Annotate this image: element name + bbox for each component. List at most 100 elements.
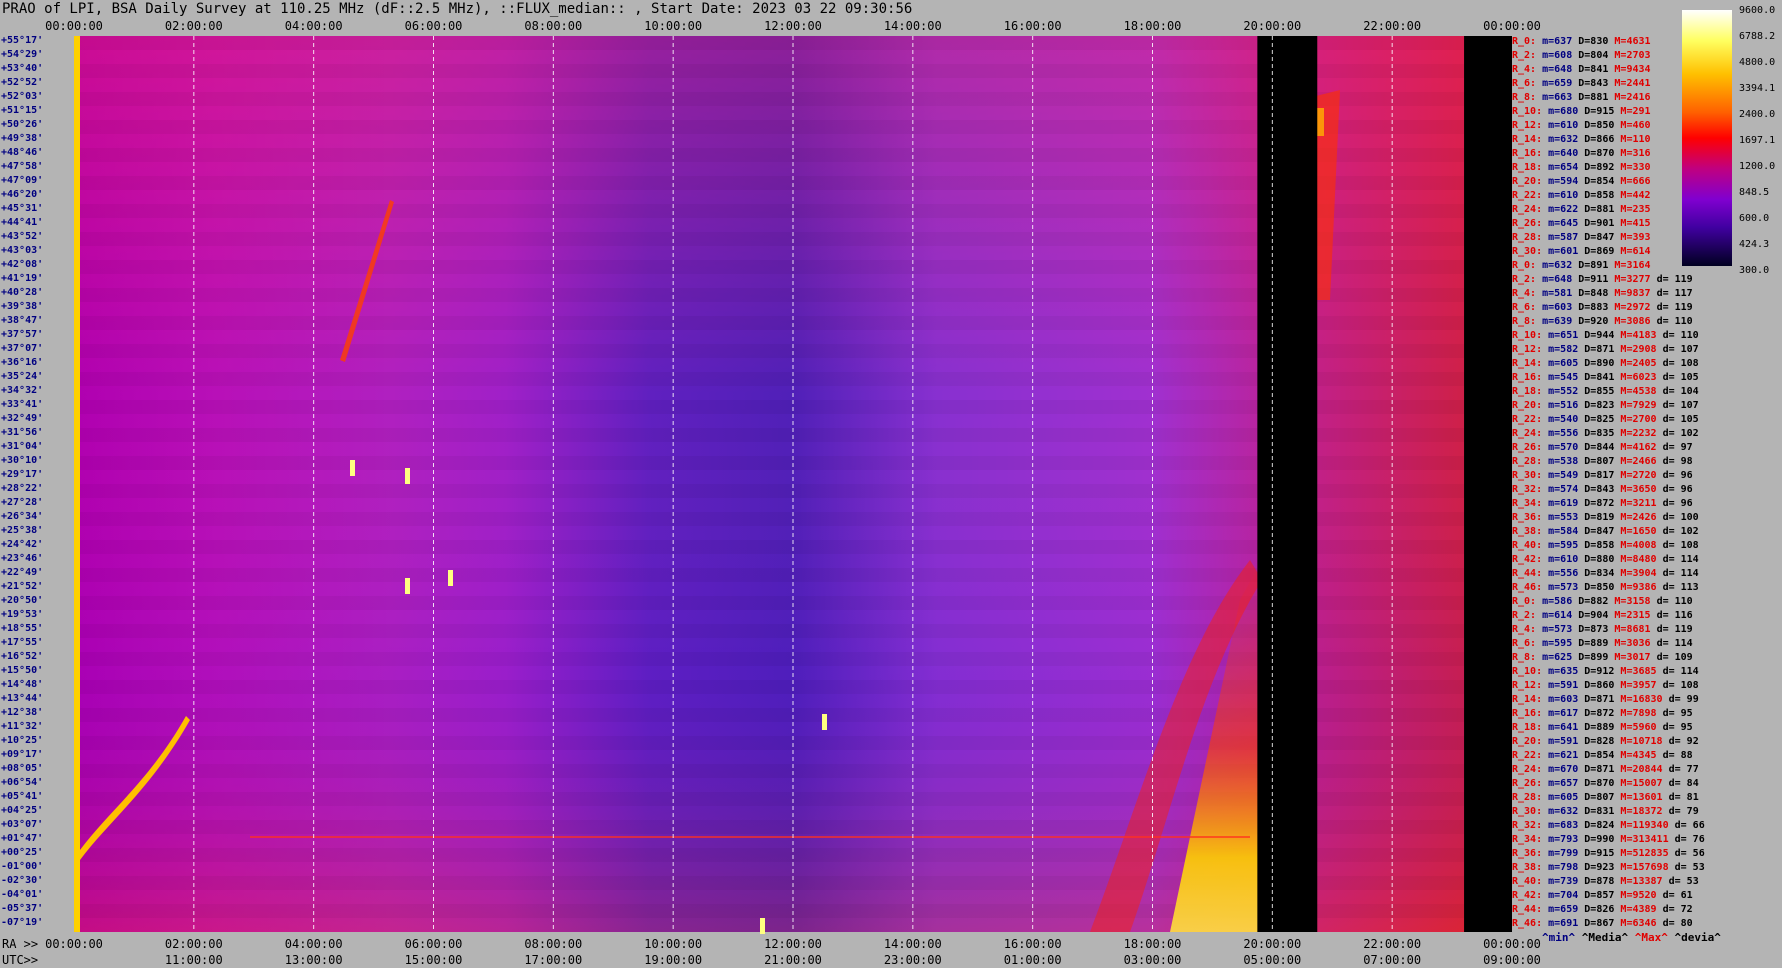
stats-cell: M=2908 — [1620, 344, 1657, 355]
declination-label: +23°46' — [1, 553, 44, 564]
declination-label: +27°28' — [1, 497, 44, 508]
stats-row: R_34: m=793 D=990 M=313411 d= 76 — [1512, 834, 1705, 845]
stats-cell: m=651 — [1548, 330, 1579, 341]
stats-row: R_34: m=619 D=872 M=3211 d= 96 — [1512, 498, 1693, 509]
stats-legend: ^min^ ^Media^ ^Max^ ^devia^ — [1542, 931, 1721, 944]
stats-row: R_30: m=549 D=817 M=2720 d= 96 — [1512, 470, 1693, 481]
stats-cell: M=2441 — [1614, 78, 1651, 89]
declination-label: +24°42' — [1, 539, 44, 550]
stats-row: R_46: m=573 D=850 M=9386 d= 113 — [1512, 582, 1699, 593]
ra-tick-label: 00:00:00 — [1483, 937, 1541, 951]
stats-cell: d= 110 — [1656, 316, 1693, 327]
stats-cell: D=870 — [1584, 778, 1615, 789]
stats-cell: M=235 — [1620, 204, 1651, 215]
stats-row: R_26: m=570 D=844 M=4162 d= 97 — [1512, 442, 1693, 453]
stats-cell: m=648 — [1542, 274, 1573, 285]
stats-cell: D=904 — [1578, 610, 1609, 621]
stats-cell: d= 108 — [1662, 680, 1699, 691]
declination-label: +45°31' — [1, 203, 44, 214]
colorbar-tick-label: 848.5 — [1739, 187, 1770, 198]
stats-cell: D=854 — [1584, 750, 1615, 761]
stats-row: R_10: m=651 D=944 M=4183 d= 110 — [1512, 330, 1699, 341]
stats-cell: R_14: — [1512, 358, 1543, 369]
declination-label: +54°29' — [1, 49, 44, 60]
declination-label: +16°52' — [1, 651, 44, 662]
stats-cell: R_26: — [1512, 778, 1543, 789]
stats-cell: d= 61 — [1662, 890, 1693, 901]
stats-row: R_18: m=641 D=889 M=5960 d= 95 — [1512, 722, 1693, 733]
stats-cell: R_22: — [1512, 750, 1543, 761]
stats-cell: m=586 — [1542, 596, 1573, 607]
stats-cell: D=915 — [1584, 848, 1615, 859]
stats-cell: d= 77 — [1668, 764, 1699, 775]
stats-cell: D=990 — [1584, 834, 1615, 845]
ra-tick-label: 00:00:00 — [45, 937, 103, 951]
stats-row: R_30: m=601 D=869 M=614 — [1512, 246, 1657, 257]
stats-cell: M=7929 — [1620, 400, 1657, 411]
stats-cell: m=632 — [1548, 806, 1579, 817]
declination-label: +47°58' — [1, 161, 44, 172]
stats-cell: M=4631 — [1614, 36, 1651, 47]
stats-cell: M=3017 — [1614, 652, 1651, 663]
stats-cell: d= 98 — [1662, 456, 1693, 467]
stats-cell: M=13387 — [1620, 876, 1663, 887]
stats-row: R_10: m=680 D=915 M=291 — [1512, 106, 1657, 117]
stats-cell: R_8: — [1512, 316, 1537, 327]
utc-tick-label: 09:00:00 — [1483, 953, 1541, 967]
stats-cell: M=3957 — [1620, 680, 1657, 691]
stats-row: R_20: m=591 D=828 M=10718 d= 92 — [1512, 736, 1699, 747]
colorbar-tick-label: 2400.0 — [1739, 109, 1776, 120]
stats-row: R_14: m=605 D=890 M=2405 d= 108 — [1512, 358, 1699, 369]
stats-cell: M=2972 — [1614, 302, 1651, 313]
stats-cell: d= 114 — [1656, 638, 1693, 649]
declination-label: +19°53' — [1, 609, 44, 620]
stats-cell: D=883 — [1578, 302, 1609, 313]
stats-cell: D=848 — [1578, 288, 1609, 299]
stats-cell: M=9520 — [1620, 890, 1657, 901]
stats-cell: M=4345 — [1620, 750, 1657, 761]
utc-tick-label: 07:00:00 — [1363, 953, 1422, 967]
stats-cell: d= 107 — [1662, 400, 1699, 411]
stats-cell: D=834 — [1584, 568, 1615, 579]
stats-cell: M=3164 — [1614, 260, 1651, 271]
stats-cell: d= 88 — [1662, 750, 1693, 761]
stats-cell: M=6023 — [1620, 372, 1657, 383]
declination-label: +03°07' — [1, 819, 44, 830]
stats-cell: d= 96 — [1662, 470, 1693, 481]
stats-cell: M=9837 — [1614, 288, 1651, 299]
legend-dev: ^devia^ — [1674, 931, 1721, 944]
stats-cell: d= 116 — [1656, 610, 1693, 621]
stats-row: R_22: m=540 D=825 M=2700 d= 105 — [1512, 414, 1699, 425]
ra-tick-label: 12:00:00 — [764, 937, 822, 951]
utc-tick-label: 03:00:00 — [1123, 953, 1182, 967]
declination-label: -05°37' — [1, 903, 44, 914]
stats-row: R_28: m=587 D=847 M=393 — [1512, 232, 1657, 243]
stats-cell: D=847 — [1584, 232, 1615, 243]
stats-cell: R_16: — [1512, 148, 1543, 159]
stats-cell: R_16: — [1512, 372, 1543, 383]
stats-cell: R_36: — [1512, 848, 1543, 859]
colorbar-tick-label: 600.0 — [1739, 213, 1770, 224]
stats-cell: d= 108 — [1662, 540, 1699, 551]
stats-cell: m=545 — [1548, 372, 1579, 383]
bright-spot — [822, 714, 827, 730]
stats-row: R_44: m=659 D=826 M=4389 d= 72 — [1512, 904, 1693, 915]
stats-cell: m=582 — [1548, 344, 1579, 355]
declination-label: +39°38' — [1, 301, 44, 312]
stats-row: R_2: m=608 D=804 M=2703 — [1512, 50, 1657, 61]
stats-row: R_16: m=640 D=870 M=316 — [1512, 148, 1657, 159]
stats-cell: M=2703 — [1614, 50, 1651, 61]
stats-cell: R_2: — [1512, 50, 1537, 61]
stats-cell: D=871 — [1584, 764, 1615, 775]
utc-tick-label: 13:00:00 — [284, 953, 343, 967]
stats-cell: D=830 — [1578, 36, 1609, 47]
stats-row: R_22: m=621 D=854 M=4345 d= 88 — [1512, 750, 1693, 761]
stats-cell: D=858 — [1584, 190, 1615, 201]
stats-cell: d= 107 — [1662, 344, 1699, 355]
declination-label: +13°44' — [1, 693, 44, 704]
stats-cell: M=460 — [1620, 120, 1651, 131]
stats-cell: R_22: — [1512, 414, 1543, 425]
stats-cell: d= 66 — [1674, 820, 1705, 831]
stats-cell: R_12: — [1512, 120, 1543, 131]
stats-row: R_32: m=574 D=843 M=3650 d= 96 — [1512, 484, 1693, 495]
